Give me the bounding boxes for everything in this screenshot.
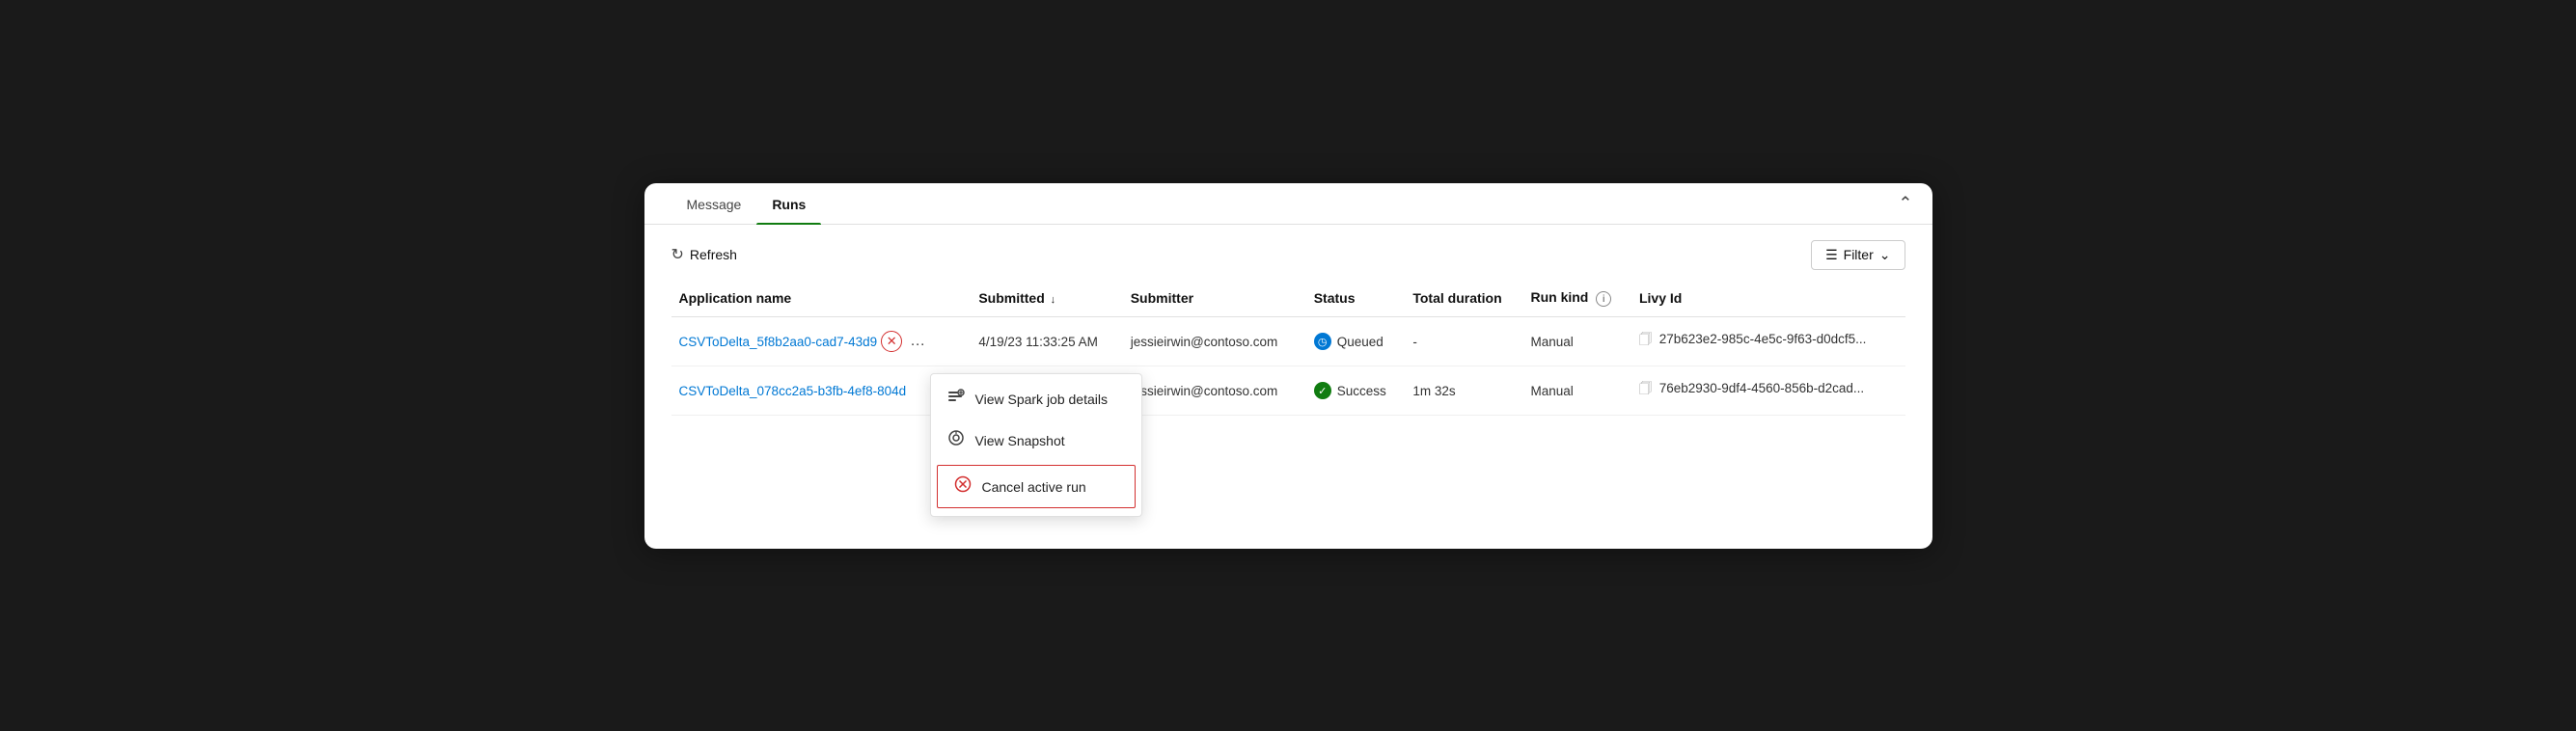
cell-submitted-1: 4/19/23 11:33:25 AM xyxy=(971,317,1122,366)
refresh-icon: ↻ xyxy=(671,245,684,264)
cancel-icon xyxy=(953,475,973,498)
context-menu: View Spark job details xyxy=(930,373,1142,517)
more-options-button-1[interactable]: … xyxy=(906,331,929,352)
filter-chevron-icon: ⌄ xyxy=(1879,247,1891,263)
filter-label: Filter xyxy=(1844,247,1874,262)
sort-arrow-submitted: ↓ xyxy=(1051,294,1056,306)
cell-submitter-1: jessieirwin@contoso.com xyxy=(1123,317,1306,366)
menu-label-view-snapshot: View Snapshot xyxy=(975,433,1065,448)
col-header-duration: Total duration xyxy=(1405,280,1522,317)
toolbar: ↻ Refresh ☰ Filter ⌄ xyxy=(644,225,1932,280)
main-window: Message Runs ⌃ ↻ Refresh ☰ Filter ⌄ Appl… xyxy=(644,183,1932,549)
collapse-button[interactable]: ⌃ xyxy=(1898,193,1912,213)
col-header-submitter: Submitter xyxy=(1123,280,1306,317)
table-row: CSVToDelta_078cc2a5-b3fb-4ef8-804d jessi… xyxy=(671,366,1905,416)
menu-item-cancel-run[interactable]: Cancel active run xyxy=(937,465,1136,508)
tab-bar: Message Runs ⌃ xyxy=(644,183,1932,225)
tab-message[interactable]: Message xyxy=(671,183,757,224)
spark-icon xyxy=(946,388,966,410)
filter-button[interactable]: ☰ Filter ⌄ xyxy=(1811,240,1905,270)
tab-runs[interactable]: Runs xyxy=(756,183,821,224)
app-name-link-2[interactable]: CSVToDelta_078cc2a5-b3fb-4ef8-804d xyxy=(679,384,907,398)
copy-icon-1[interactable]: 🗍 xyxy=(1639,332,1652,346)
copy-icon-2[interactable]: 🗍 xyxy=(1639,381,1652,395)
refresh-button[interactable]: ↻ Refresh xyxy=(671,245,737,264)
col-header-livy-id: Livy Id xyxy=(1631,280,1905,317)
close-icon-button-1[interactable]: ✕ xyxy=(881,331,902,352)
cell-livy-id-2: 🗍 76eb2930-9df4-4560-856b-d2cad... xyxy=(1631,366,1905,416)
cell-app-name-1: CSVToDelta_5f8b2aa0-cad7-43d9 ✕ … xyxy=(671,317,972,366)
col-header-run-kind: Run kind i xyxy=(1522,280,1631,317)
menu-label-view-spark: View Spark job details xyxy=(975,392,1108,407)
cell-status-1: ◷ Queued xyxy=(1306,317,1406,366)
run-kind-info-icon[interactable]: i xyxy=(1596,291,1611,307)
table-header-row: Application name Submitted ↓ Submitter S… xyxy=(671,280,1905,317)
cell-duration-1: - xyxy=(1405,317,1522,366)
menu-item-view-snapshot[interactable]: View Snapshot xyxy=(931,420,1141,461)
runs-table: Application name Submitted ↓ Submitter S… xyxy=(671,280,1905,417)
cell-app-name-2: CSVToDelta_078cc2a5-b3fb-4ef8-804d xyxy=(671,366,972,416)
success-status-icon: ✓ xyxy=(1314,382,1331,399)
menu-item-view-spark[interactable]: View Spark job details xyxy=(931,378,1141,420)
queued-status-icon: ◷ xyxy=(1314,333,1331,350)
snapshot-icon xyxy=(946,429,966,451)
cell-livy-id-1: 🗍 27b623e2-985c-4e5c-9f63-d0dcf5... xyxy=(1631,317,1905,366)
cell-status-2: ✓ Success xyxy=(1306,366,1406,416)
col-header-submitted: Submitted ↓ xyxy=(971,280,1122,317)
cell-submitter-2: jessieirwin@contoso.com xyxy=(1123,366,1306,416)
menu-label-cancel-run: Cancel active run xyxy=(982,479,1086,495)
col-header-status: Status xyxy=(1306,280,1406,317)
table-container: Application name Submitted ↓ Submitter S… xyxy=(644,280,1932,417)
table-row: CSVToDelta_5f8b2aa0-cad7-43d9 ✕ … xyxy=(671,317,1905,366)
cell-run-kind-2: Manual xyxy=(1522,366,1631,416)
cell-run-kind-1: Manual xyxy=(1522,317,1631,366)
refresh-label: Refresh xyxy=(690,247,737,262)
app-name-link-1[interactable]: CSVToDelta_5f8b2aa0-cad7-43d9 xyxy=(679,335,878,349)
col-header-app-name: Application name xyxy=(671,280,972,317)
filter-icon: ☰ xyxy=(1825,247,1838,263)
cell-duration-2: 1m 32s xyxy=(1405,366,1522,416)
